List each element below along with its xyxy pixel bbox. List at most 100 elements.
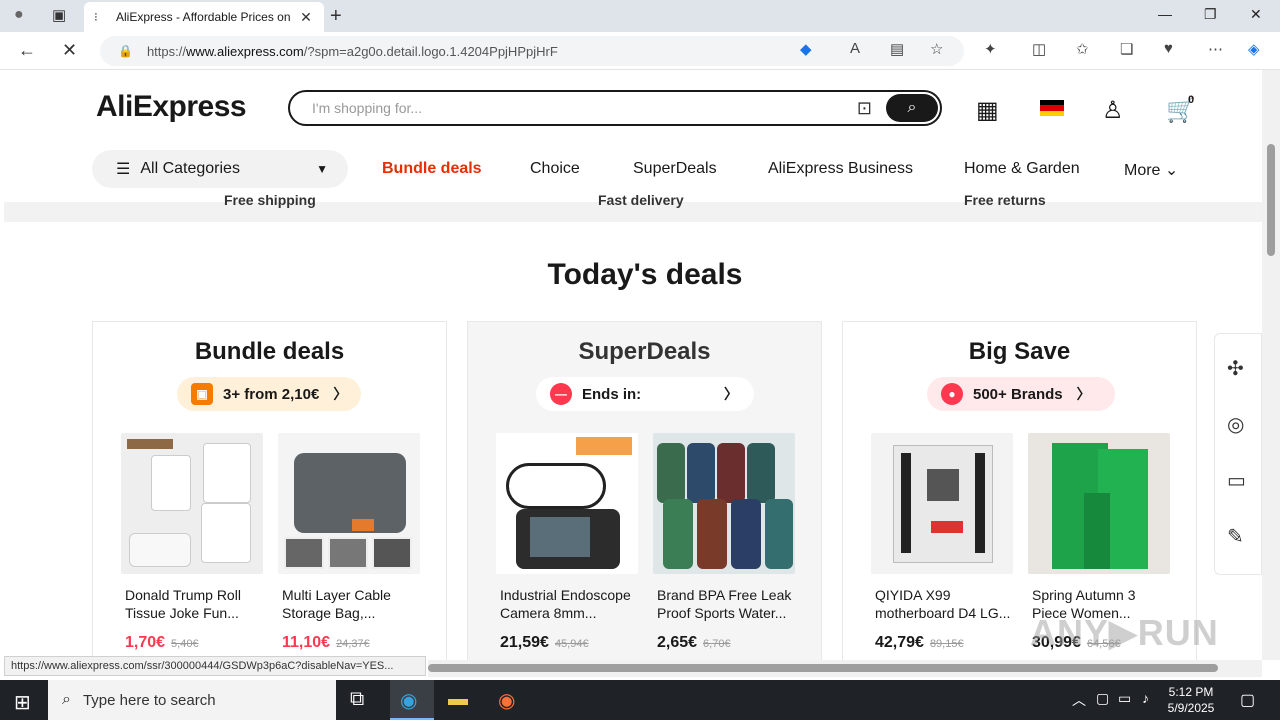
floating-side-panel: ✣ ◎ ▭ ✎ xyxy=(1214,333,1262,575)
windows-start-icon[interactable]: ⊞ xyxy=(14,690,31,715)
performance-icon[interactable]: ♥ xyxy=(1164,40,1173,57)
spiral-icon[interactable]: ◎ xyxy=(1227,412,1244,437)
edge-icon: ◉ xyxy=(400,690,418,712)
image-search-icon[interactable]: ⊡ xyxy=(857,98,872,119)
big-save-pill[interactable]: ● 500+ Brands 〉 xyxy=(927,377,1115,411)
product-image xyxy=(121,433,263,574)
card-title: Big Save xyxy=(968,338,1071,365)
nav-home-garden[interactable]: Home & Garden xyxy=(964,160,1080,178)
close-tab-icon[interactable]: ✕ xyxy=(298,9,314,26)
search-input[interactable] xyxy=(312,100,832,116)
puzzle-icon[interactable]: ✣ xyxy=(1227,356,1244,381)
vertical-scrollbar[interactable] xyxy=(1262,70,1280,660)
nav-bundle-deals[interactable]: Bundle deals xyxy=(382,160,482,178)
product-item[interactable]: Donald Trump Roll Tissue Joke Fun... 1,70… xyxy=(121,433,263,652)
tray-chevron-icon[interactable]: ︿ xyxy=(1072,690,1086,710)
lock-icon[interactable]: 🔒 xyxy=(118,44,133,58)
germany-flag-icon[interactable] xyxy=(1040,100,1064,116)
clock[interactable]: 5:12 PM 5/9/2025 xyxy=(1160,684,1222,716)
extensions-icon[interactable]: ✦ xyxy=(984,40,997,58)
favorites-icon[interactable]: ✩ xyxy=(1076,40,1089,58)
reader-view-icon[interactable]: ▤ xyxy=(890,40,904,58)
product-item[interactable]: Industrial Endoscope Camera 8mm... 21,59€… xyxy=(496,433,638,652)
product-name: Brand BPA Free Leak Proof Sports Water... xyxy=(657,587,792,621)
bundle-deals-card[interactable]: Bundle deals ▣ 3+ from 2,10€ 〉 Donald Tr… xyxy=(92,321,447,660)
page-title: Today's deals xyxy=(547,258,743,291)
volume-icon[interactable]: ♪ xyxy=(1142,690,1149,706)
product-item[interactable]: QIYIDA X99 motherboard D4 LG... 42,79€ 89,… xyxy=(871,433,1013,652)
pill-label: Ends in: xyxy=(582,385,642,403)
big-save-card[interactable]: Big Save ● 500+ Brands 〉 QIYIDA X99 mothe… xyxy=(842,321,1197,660)
superdeals-card[interactable]: SuperDeals — Ends in: 〉 Industrial Endos… xyxy=(467,321,822,660)
nav-more[interactable]: More ⌄ xyxy=(1124,160,1178,180)
split-screen-icon[interactable]: ◫ xyxy=(1032,40,1046,58)
product-name: QIYIDA X99 motherboard D4 LG... xyxy=(875,587,1011,621)
account-icon[interactable]: ♙ xyxy=(1102,96,1124,125)
watermark-logo: ANY▶RUN xyxy=(1030,612,1219,653)
aliexpress-logo[interactable]: AliExpress xyxy=(96,90,247,124)
menu-icon: ☰ xyxy=(116,161,131,178)
notifications-icon[interactable]: ▢ xyxy=(1240,690,1255,710)
taskbar-search-placeholder: Type here to search xyxy=(82,691,216,709)
settings-menu-icon[interactable]: ⋯ xyxy=(1208,40,1223,58)
pill-label: 3+ from 2,10€ xyxy=(223,385,320,403)
product-name: Industrial Endoscope Camera 8mm... xyxy=(500,587,631,621)
bundle-deals-pill[interactable]: ▣ 3+ from 2,10€ 〉 xyxy=(177,377,362,411)
tray-app-icon[interactable]: ▢ xyxy=(1096,690,1109,707)
profile-icon[interactable]: ● xyxy=(14,6,24,24)
web-page: AliExpress ⊡ ⌕ ▦ ♙ 🛒 0 ☰ All Categories … xyxy=(4,70,1262,660)
superdeals-pill[interactable]: — Ends in: 〉 xyxy=(536,377,754,411)
back-button[interactable]: ← xyxy=(18,40,36,61)
nav-aliexpress-business[interactable]: AliExpress Business xyxy=(768,160,913,178)
all-categories-button[interactable]: ☰ All Categories ▼ xyxy=(92,150,348,188)
address-bar: ← ✕ 🔒 https://www.aliexpress.com/?spm=a2… xyxy=(0,32,1280,70)
strip-free-shipping: Free shipping xyxy=(224,192,316,208)
tab-actions-icon[interactable]: ▣ xyxy=(52,6,66,24)
taskbar-search[interactable]: ⌕ Type here to search xyxy=(48,680,336,720)
network-icon[interactable]: ▭ xyxy=(1118,690,1131,707)
loading-icon: ⁝ xyxy=(94,10,98,24)
url-text: https://www.aliexpress.com/?spm=a2g0o.de… xyxy=(146,43,558,59)
new-tab-button[interactable]: + xyxy=(330,5,342,28)
url-field[interactable]: 🔒 https://www.aliexpress.com/?spm=a2g0o.… xyxy=(100,36,964,66)
app-qr-icon[interactable]: ▦ xyxy=(976,96,999,125)
all-categories-label: All Categories xyxy=(140,160,240,177)
search-bar: ⊡ ⌕ xyxy=(288,90,942,126)
brands-icon: ● xyxy=(941,383,963,405)
copilot-icon[interactable]: ◈ xyxy=(1248,40,1260,58)
edit-icon[interactable]: ✎ xyxy=(1227,524,1244,549)
strip-fast-delivery: Fast delivery xyxy=(598,192,684,208)
timer-icon: — xyxy=(550,383,572,405)
nav-superdeals[interactable]: SuperDeals xyxy=(633,160,717,178)
browser-tab-bar: ● ▣ ⁝ AliExpress - Affordable Prices on … xyxy=(0,0,1280,32)
maximize-button[interactable]: ❐ xyxy=(1204,6,1217,23)
pill-label: 500+ Brands xyxy=(973,385,1063,403)
product-item[interactable]: Brand BPA Free Leak Proof Sports Water...… xyxy=(653,433,795,652)
chevron-right-icon: 〉 xyxy=(333,386,348,402)
edge-taskbar-button[interactable]: ◉ xyxy=(390,680,434,720)
clock-date: 5/9/2025 xyxy=(1167,701,1215,715)
browser-tab[interactable]: ⁝ AliExpress - Affordable Prices on ✕ xyxy=(84,2,324,32)
product-price: 21,59€ 45,94€ xyxy=(500,634,589,651)
collections-icon[interactable]: ❏ xyxy=(1120,40,1133,58)
product-image xyxy=(278,433,420,574)
file-explorer-icon[interactable]: ▬ xyxy=(448,688,468,711)
nav-choice[interactable]: Choice xyxy=(530,160,580,178)
minimize-button[interactable]: — xyxy=(1158,6,1172,22)
clock-time: 5:12 PM xyxy=(1168,685,1214,699)
horizontal-scrollbar[interactable] xyxy=(428,660,1262,677)
favorite-star-icon[interactable]: ☆ xyxy=(930,40,943,58)
vertical-scroll-thumb[interactable] xyxy=(1267,144,1275,256)
search-button[interactable]: ⌕ xyxy=(886,94,938,122)
horizontal-scroll-thumb[interactable] xyxy=(428,664,1218,672)
product-image xyxy=(871,433,1013,574)
stop-button[interactable]: ✕ xyxy=(62,40,77,61)
product-item[interactable]: Multi Layer Cable Storage Bag,... 11,10€ 2… xyxy=(278,433,420,652)
read-aloud-icon[interactable]: A xyxy=(850,40,860,57)
shopping-icon[interactable]: ◆ xyxy=(800,40,812,58)
task-view-icon[interactable]: ⧉ xyxy=(350,688,364,711)
close-window-button[interactable]: ✕ xyxy=(1250,6,1262,23)
firefox-icon[interactable]: ◉ xyxy=(498,688,515,713)
ticket-icon[interactable]: ▭ xyxy=(1227,468,1246,493)
product-name: Multi Layer Cable Storage Bag,... xyxy=(282,587,391,621)
